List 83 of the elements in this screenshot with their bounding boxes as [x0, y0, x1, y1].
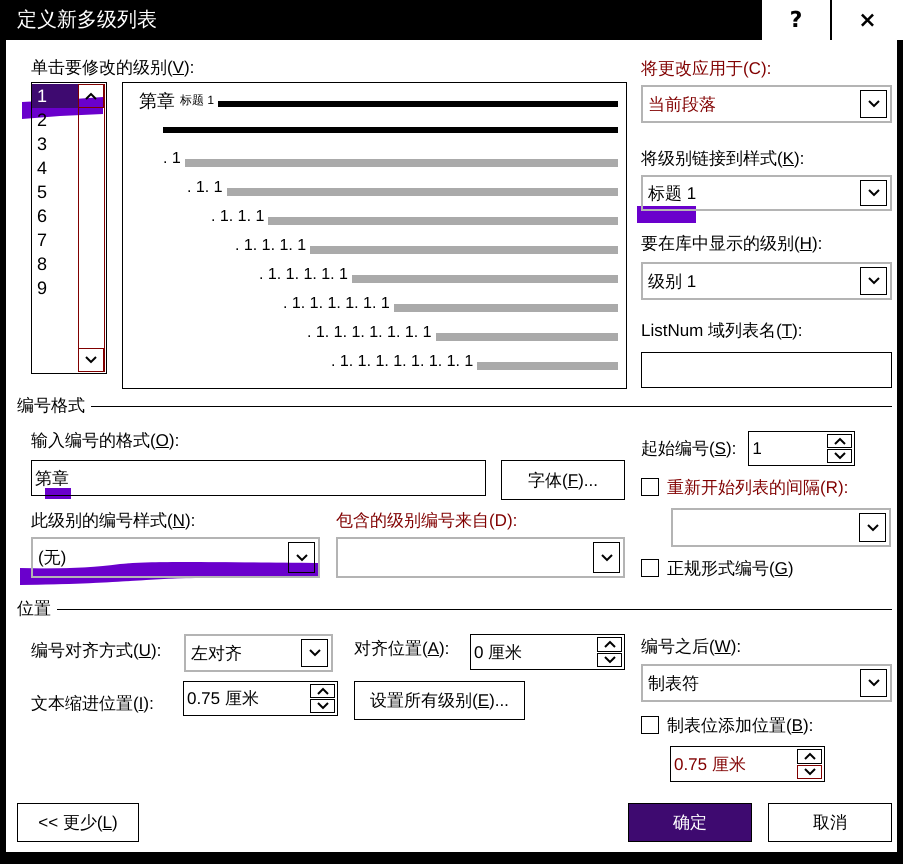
scrollbar[interactable]	[78, 84, 105, 372]
dropdown[interactable]: 左对齐	[184, 634, 333, 672]
preview-number: . 1. 1. 1. 1. 1. 1. 1	[307, 324, 432, 342]
chevron-up-icon	[85, 92, 97, 100]
spin-down-button[interactable]	[310, 699, 335, 713]
preview-number: . 1. 1. 1. 1. 1. 1. 1. 1	[331, 352, 474, 370]
level-item[interactable]: 3	[32, 132, 78, 156]
section-heading: 编号格式	[17, 395, 85, 417]
input-field[interactable]	[641, 352, 892, 388]
preview-style-name: 标题 1	[180, 92, 214, 109]
cancel-button[interactable]: 取消	[768, 803, 892, 842]
scroll-down-button[interactable]	[78, 348, 104, 372]
dropdown[interactable]: (无)	[31, 537, 320, 578]
preview-number: 第章	[139, 90, 175, 112]
checkbox-label[interactable]: 制表位添加位置(B):	[667, 714, 814, 736]
spin-up-button[interactable]	[597, 637, 622, 652]
chevron-up-icon	[834, 437, 846, 445]
chevron-down-icon	[868, 277, 880, 285]
field-label: 此级别的编号样式(N):	[31, 510, 196, 532]
chevron-down-icon	[868, 100, 880, 108]
input-field[interactable]: 第章	[31, 460, 486, 496]
font-button[interactable]: 字体(F)...	[501, 460, 625, 500]
preview-number: . 1. 1	[187, 178, 223, 196]
preview-number: . 1. 1. 1. 1. 1. 1	[283, 294, 390, 312]
chevron-up-icon	[316, 687, 328, 695]
chevron-down-icon	[85, 356, 97, 364]
chevron-down-icon	[316, 702, 328, 710]
level-item[interactable]: 8	[32, 252, 78, 276]
preview-number: . 1. 1. 1. 1. 1	[259, 266, 348, 284]
spin-field[interactable]: 0.75 厘米	[183, 681, 338, 716]
spin-field[interactable]: 1	[748, 431, 856, 466]
field-label: ListNum 域列表名(T):	[641, 320, 804, 342]
close-button[interactable]: ×	[832, 0, 903, 40]
window-title: 定义新多级列表	[16, 8, 158, 33]
spin-field[interactable]: 0 厘米	[470, 634, 625, 670]
highlighter-stroke	[45, 488, 71, 499]
dropdown[interactable]: 标题 1	[641, 175, 892, 211]
field-label: 将更改应用于(C):	[641, 58, 772, 80]
level-item[interactable]: 1	[32, 84, 78, 108]
checkbox-label[interactable]: 正规形式编号(G)	[667, 556, 794, 580]
chevron-down-icon	[868, 679, 880, 687]
help-button[interactable]: ?	[762, 0, 830, 40]
preview-number: . 1	[163, 150, 181, 168]
field-label: 文本缩进位置(I):	[31, 693, 155, 715]
field-label: 要在库中显示的级别(H):	[641, 233, 824, 255]
preview-number: . 1. 1. 1. 1	[235, 236, 306, 254]
checkbox[interactable]	[641, 716, 659, 734]
level-item[interactable]: 4	[32, 156, 78, 180]
spin-up-button[interactable]	[310, 684, 335, 698]
field-label: 编号对齐方式(U):	[31, 640, 162, 662]
chevron-down-icon	[600, 554, 612, 562]
chevron-down-icon	[834, 452, 846, 460]
chevron-down-icon	[308, 649, 320, 657]
chevron-down-icon	[604, 656, 616, 664]
chevron-down-icon	[866, 524, 878, 532]
field-label: 单击要修改的级别(V):	[31, 57, 196, 79]
level-item[interactable]: 9	[32, 276, 78, 300]
chevron-down-icon	[804, 768, 816, 776]
set-all-levels-button[interactable]: 设置所有级别(E)...	[354, 681, 525, 720]
field-label: 输入编号的格式(O):	[31, 430, 180, 452]
dropdown[interactable]: 级别 1	[641, 262, 892, 300]
spin-up-button[interactable]	[827, 434, 852, 448]
spin-down-button[interactable]	[597, 652, 622, 667]
level-item[interactable]: 5	[32, 180, 78, 204]
scroll-up-button[interactable]	[78, 84, 104, 108]
level-item[interactable]: 6	[32, 204, 78, 228]
field-label: 编号之后(W):	[641, 636, 742, 658]
chevron-up-icon	[604, 640, 616, 648]
dropdown[interactable]: 制表符	[641, 664, 892, 702]
spin-down-button[interactable]	[827, 449, 852, 463]
checkbox[interactable]	[641, 559, 659, 577]
section-heading: 位置	[17, 598, 51, 620]
field-label: 对齐位置(A):	[354, 638, 450, 660]
preview-number: . 1. 1. 1	[211, 208, 264, 226]
ok-button[interactable]: 确定	[628, 803, 752, 842]
chevron-down-icon	[868, 189, 880, 197]
chevron-up-icon	[804, 752, 816, 760]
field-label: 包含的级别编号来自(D):	[336, 510, 518, 532]
field-label: 将级别链接到样式(K):	[641, 148, 806, 170]
chevron-down-icon	[296, 554, 308, 562]
less-button[interactable]: << 更少(L)	[17, 803, 139, 842]
field-label: 起始编号(S):	[641, 438, 736, 460]
level-item[interactable]: 7	[32, 228, 78, 252]
